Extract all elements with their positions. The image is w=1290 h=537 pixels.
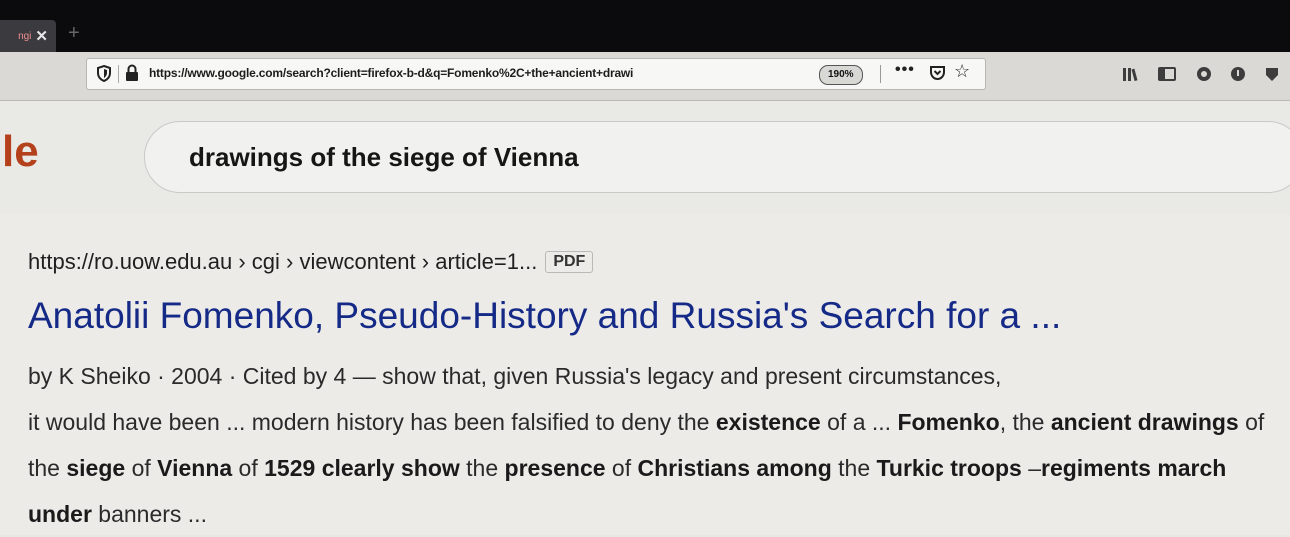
snippet-text: the bbox=[831, 455, 877, 481]
snippet-highlight: ancient drawings bbox=[1050, 409, 1239, 435]
snippet-text: – bbox=[1021, 455, 1041, 481]
extension-icon[interactable] bbox=[1196, 66, 1212, 86]
snippet-rest: it would have been ... modern history ha… bbox=[28, 409, 1264, 527]
snippet-text: the bbox=[459, 455, 505, 481]
snippet-highlight: Turkic troops bbox=[876, 455, 1022, 481]
sidebar-icon[interactable] bbox=[1158, 66, 1176, 86]
snippet-highlight: Vienna bbox=[157, 455, 233, 481]
pdf-badge: PDF bbox=[545, 251, 594, 273]
divider bbox=[880, 65, 881, 83]
google-header: le drawings of the siege of Vienna bbox=[0, 101, 1290, 213]
browser-tab[interactable]: ngi ✕ bbox=[0, 20, 56, 52]
snippet-highlight: Christians among bbox=[637, 455, 832, 481]
google-logo[interactable]: le bbox=[2, 127, 39, 177]
tab-title: ngi bbox=[18, 30, 32, 42]
tab-strip: ngi ✕ + bbox=[0, 0, 1290, 52]
snippet-text: banners ... bbox=[91, 501, 207, 527]
new-tab-button[interactable]: + bbox=[68, 22, 80, 45]
divider bbox=[118, 65, 119, 83]
close-tab-icon[interactable]: ✕ bbox=[35, 27, 48, 45]
tracking-protection-shield-icon[interactable] bbox=[97, 64, 111, 87]
result-snippet: by K Sheiko · 2004 · Cited by 4 — show t… bbox=[28, 353, 1288, 537]
bookmark-star-icon[interactable]: ☆ bbox=[954, 61, 970, 82]
snippet-highlight: presence bbox=[504, 455, 606, 481]
page-actions-more-icon[interactable]: ••• bbox=[895, 61, 915, 79]
extension-icon-3[interactable] bbox=[1264, 66, 1280, 86]
url-text[interactable]: https://www.google.com/search?client=fir… bbox=[149, 66, 809, 80]
address-bar[interactable]: https://www.google.com/search?client=fir… bbox=[86, 58, 986, 90]
snippet-text: , the bbox=[999, 409, 1051, 435]
extension-icon-2[interactable] bbox=[1230, 66, 1246, 86]
snippet-text: it would have been ... modern history ha… bbox=[28, 409, 716, 435]
snippet-text: of a ... bbox=[820, 409, 898, 435]
nav-toolbar: https://www.google.com/search?client=fir… bbox=[0, 52, 1290, 101]
snippet-text: of bbox=[232, 455, 265, 481]
snippet-text: of bbox=[605, 455, 638, 481]
result-cite[interactable]: https://ro.uow.edu.au › cgi › viewconten… bbox=[28, 249, 594, 275]
pocket-icon[interactable] bbox=[929, 65, 946, 86]
zoom-level-button[interactable]: 190% bbox=[819, 65, 863, 85]
search-results: https://ro.uow.edu.au › cgi › viewconten… bbox=[0, 213, 1290, 535]
snippet-highlight: siege bbox=[66, 455, 126, 481]
snippet-highlight: existence bbox=[715, 409, 821, 435]
snippet-highlight: Fomenko bbox=[897, 409, 1000, 435]
search-input[interactable]: drawings of the siege of Vienna bbox=[144, 121, 1290, 193]
result-url[interactable]: https://ro.uow.edu.au › cgi › viewconten… bbox=[28, 249, 537, 274]
snippet-line-1: by K Sheiko · 2004 · Cited by 4 — show t… bbox=[28, 363, 1002, 389]
library-icon[interactable] bbox=[1122, 66, 1140, 86]
snippet-highlight: 1529 clearly show bbox=[264, 455, 460, 481]
result-title-link[interactable]: Anatolii Fomenko, Pseudo-History and Rus… bbox=[28, 295, 1061, 337]
snippet-text: of bbox=[125, 455, 158, 481]
search-query-text[interactable]: drawings of the siege of Vienna bbox=[189, 142, 579, 173]
lock-icon[interactable] bbox=[125, 64, 139, 87]
